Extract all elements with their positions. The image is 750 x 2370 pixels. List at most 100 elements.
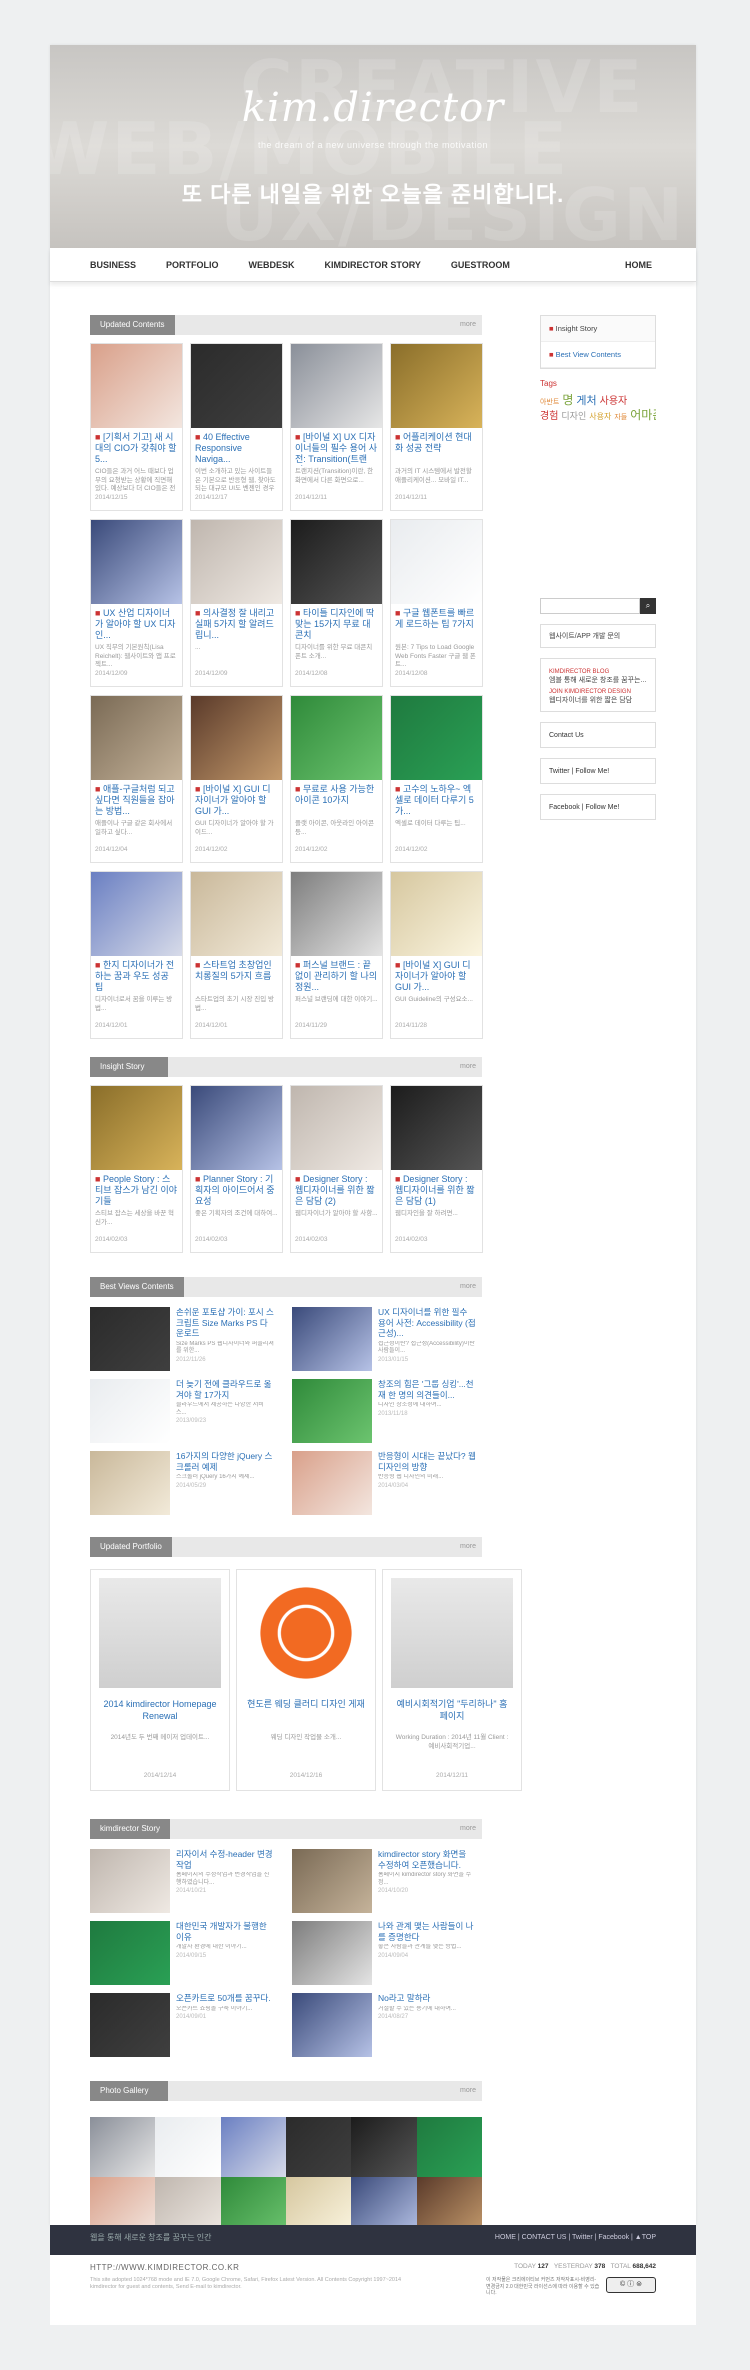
content-card[interactable]: ■ People Story : 스티브 잡스가 남긴 이야기들 스티브 잡스는 … [90,1085,183,1253]
portfolio-thumbnail[interactable] [245,1578,367,1688]
content-card[interactable]: ■ [기획서 기고] 새 시대의 CIO가 갖춰야 할 5... CIO들은 과거… [90,343,183,511]
card-title[interactable]: ■ 고수의 노하우~ 엑셀로 데이터 다루기 5가... [391,780,482,818]
nav-business[interactable]: BUSINESS [90,248,136,282]
more-link[interactable]: more [460,1057,476,1077]
list-item[interactable]: No라고 말하라 거절할 수 있는 용기에 대하여... 2014/08/27 [292,1993,482,2061]
card-title[interactable]: ■ 한지 디자이너가 전하는 꿈과 우도 성공 팁 [91,956,182,994]
card-thumbnail[interactable] [391,872,482,956]
card-title[interactable]: ■ 어플리케이션 현대화 성공 전략 [391,428,482,466]
tag-link[interactable]: 어마존 [630,408,656,422]
list-item[interactable]: 나와 관계 맺는 사람들이 나를 증명한다 좋은 사람들과 관계를 맺는 방법..… [292,1921,482,1989]
card-title[interactable]: ■ 무료로 사용 가능한 아이콘 10가지 [291,780,382,818]
content-card[interactable]: ■ 구글 웹폰트를 빠르게 로드하는 팁 7가지 원본: 7 Tips to Lo… [390,519,483,687]
gallery-photo[interactable] [351,2117,417,2177]
content-card[interactable]: ■ UX 산업 디자이너가 알아야 할 UX 디자인... UX 직무의 기본원칙… [90,519,183,687]
card-title[interactable]: ■ 애플-구글처럼 되고 싶다면 직원들을 잡아는 방법... [91,780,182,818]
facebook-button[interactable]: Facebook | Follow Me! [540,794,656,820]
list-item[interactable]: 리자이서 수정-header 변경작업 홈페이지의 수정작업과 변경작업을 진행하… [90,1849,280,1917]
tab-insight-story[interactable]: ■ Insight Story [541,316,655,342]
card-title[interactable]: ■ 스타트업 초창업인 치롱질의 5가지 흐름 [191,956,282,994]
twitter-button[interactable]: Twitter | Follow Me! [540,758,656,784]
content-card[interactable]: ■ 애플-구글처럼 되고 싶다면 직원들을 잡아는 방법... 애플이나 구글 같… [90,695,183,863]
portfolio-thumbnail[interactable] [99,1578,221,1688]
gallery-photo[interactable] [90,2117,156,2177]
more-link[interactable]: more [460,1277,476,1297]
card-thumbnail[interactable] [291,1086,382,1170]
list-item[interactable]: 대한민국 개발자가 불행한 이유 개발자 환경에 대한 이야기... 2014/09… [90,1921,280,1989]
card-thumbnail[interactable] [91,344,182,428]
card-title[interactable]: ■ People Story : 스티브 잡스가 남긴 이야기들 [91,1170,182,1208]
site-logo[interactable]: kim.director [50,85,696,131]
content-card[interactable]: ■ 무료로 사용 가능한 아이콘 10가지 플랫 아이콘, 아웃라인 아이콘 등.… [290,695,383,863]
content-card[interactable]: ■ 고수의 노하우~ 엑셀로 데이터 다루기 5가... 엑셀로 데이터 다루는 … [390,695,483,863]
card-title[interactable]: ■ [바이널 X] UX 디자이너들의 필수 용어 사전: Transition… [291,428,382,466]
nav-kimdirector-story[interactable]: KIMDIRECTOR STORY [325,248,421,282]
item-thumbnail[interactable] [90,1379,170,1443]
card-title[interactable]: ■ Planner Story : 기획자의 아이드어서 중요성 [191,1170,282,1208]
card-title[interactable]: ■ 40 Effective Responsive Naviga... [191,428,282,466]
tag-link[interactable]: 사용자 [589,412,611,421]
content-card[interactable]: ■ Designer Story : 웹디자이너를 위한 짧은 담담 (1) 웹디… [390,1085,483,1253]
list-item[interactable]: 창조의 힘은 '그룹 싱킹'...천재 한 명의 의견들이... 디자인 창조성에… [292,1379,482,1447]
portfolio-title[interactable]: 현도른 웨딩 클러디 디자인 게재 [237,1696,375,1732]
tag-link[interactable]: 게처 [576,395,596,407]
card-thumbnail[interactable] [191,696,282,780]
card-thumbnail[interactable] [291,696,382,780]
item-title[interactable]: 더 늦기 전에 클라우드로 옮겨야 할 17가지 [176,1379,274,1400]
item-thumbnail[interactable] [292,1451,372,1515]
card-title[interactable]: ■ 의사결정 잘 내리고 실패 5가지 할 알려드립니... [191,604,282,642]
content-card[interactable]: ■ 한지 디자이너가 전하는 꿈과 우도 성공 팁 디자이너로서 꿈을 이루는 방… [90,871,183,1039]
card-title[interactable]: ■ 퍼스널 브랜드 : 끝없이 관리하기 할 나의 정원... [291,956,382,994]
card-title[interactable]: ■ 타이틀 디자인에 딱 맞는 15가지 무료 대콘치 [291,604,382,642]
card-thumbnail[interactable] [291,344,382,428]
card-title[interactable]: ■ Designer Story : 웹디자이너를 위한 짧은 담담 (1) [391,1170,482,1208]
portfolio-card[interactable]: 현도른 웨딩 클러디 디자인 게재 웨딩 디자인 작업물 소개... 2014/12… [236,1569,376,1791]
more-link[interactable]: more [460,1537,476,1557]
card-thumbnail[interactable] [291,520,382,604]
card-thumbnail[interactable] [391,696,482,780]
card-thumbnail[interactable] [91,520,182,604]
content-card[interactable]: ■ 퍼스널 브랜드 : 끝없이 관리하기 할 나의 정원... 퍼스널 브랜딩에 … [290,871,383,1039]
content-card[interactable]: ■ 스타트업 초창업인 치롱질의 5가지 흐름 스타트업의 초기 시장 진입 방법… [190,871,283,1039]
footer-links[interactable]: HOME | CONTACT US | Twitter | Facebook |… [495,2225,656,2251]
card-thumbnail[interactable] [391,520,482,604]
item-thumbnail[interactable] [90,1451,170,1515]
content-card[interactable]: ■ Planner Story : 기획자의 아이드어서 중요성 좋은 기획자의 … [190,1085,283,1253]
more-link[interactable]: more [460,2081,476,2101]
list-item[interactable]: UX 디자이너를 위한 필수 용어 사전: Accessibility (접근성… [292,1307,482,1375]
card-thumbnail[interactable] [91,872,182,956]
item-thumbnail[interactable] [90,1993,170,2057]
tag-link[interactable]: 디자인 [561,411,586,421]
nav-guestroom[interactable]: GUESTROOM [451,248,510,282]
item-title[interactable]: No라고 말하라 [378,1993,476,2004]
content-card[interactable]: ■ 타이틀 디자인에 딱 맞는 15가지 무료 대콘치 디자이너를 위한 무료 대… [290,519,383,687]
card-thumbnail[interactable] [291,872,382,956]
gallery-photo[interactable] [416,2117,482,2177]
gallery-photo[interactable] [285,2117,352,2177]
nav-home[interactable]: HOME [625,248,652,282]
card-thumbnail[interactable] [391,1086,482,1170]
sidebar-dev-inquiry[interactable]: 웹사이트/APP 개발 문의 [540,624,656,648]
item-title[interactable]: 창조의 힘은 '그룹 싱킹'...천재 한 명의 의견들이... [378,1379,476,1400]
tag-link[interactable]: 명 [562,394,573,407]
list-item[interactable]: kimdirector story 화면을 수정하여 오픈했습니다. 홈페이지 k… [292,1849,482,1917]
content-card[interactable]: ■ 의사결정 잘 내리고 실패 5가지 할 알려드립니...... 2014/12… [190,519,283,687]
list-item[interactable]: 손쉬운 포토샵 가이: 포시 스크립트 Size Marks PS 다운로드 Si… [90,1307,280,1375]
content-card[interactable]: ■ [바이널 X] UX 디자이너들의 필수 용어 사전: Transition… [290,343,383,511]
list-item[interactable]: 16가지의 다양한 jQuery 스크롤러 예제 스크롤러 jQuery 16가지… [90,1451,280,1519]
item-thumbnail[interactable] [292,1307,372,1371]
card-thumbnail[interactable] [191,520,282,604]
content-card[interactable]: ■ 어플리케이션 현대화 성공 전략 과거의 IT 시스템에서 발전할 애플리케이… [390,343,483,511]
search-input[interactable] [540,598,640,614]
item-title[interactable]: 16가지의 다양한 jQuery 스크롤러 예제 [176,1451,274,1472]
cc-license-badge-icon[interactable]: © ⓘ ⊜ [606,2277,656,2293]
item-thumbnail[interactable] [292,1379,372,1443]
item-title[interactable]: 반응형이 시대는 끝났다? 웹디자인의 방향 [378,1451,476,1472]
list-item[interactable]: 반응형이 시대는 끝났다? 웹디자인의 방향 반응형 웹 디자인의 미래... 20… [292,1451,482,1519]
list-item[interactable]: 오픈카트로 50개를 꿈꾸다. 오픈카트 쇼핑몰 구축 이야기... 2014/09… [90,1993,280,2061]
item-title[interactable]: 손쉬운 포토샵 가이: 포시 스크립트 Size Marks PS 다운로드 [176,1307,274,1339]
item-title[interactable]: 리자이서 수정-header 변경작업 [176,1849,274,1870]
contact-us-button[interactable]: Contact Us [540,722,656,748]
gallery-photo[interactable] [155,2117,221,2177]
portfolio-card[interactable]: 2014 kimdirector Homepage Renewal 2014년도 … [90,1569,230,1791]
